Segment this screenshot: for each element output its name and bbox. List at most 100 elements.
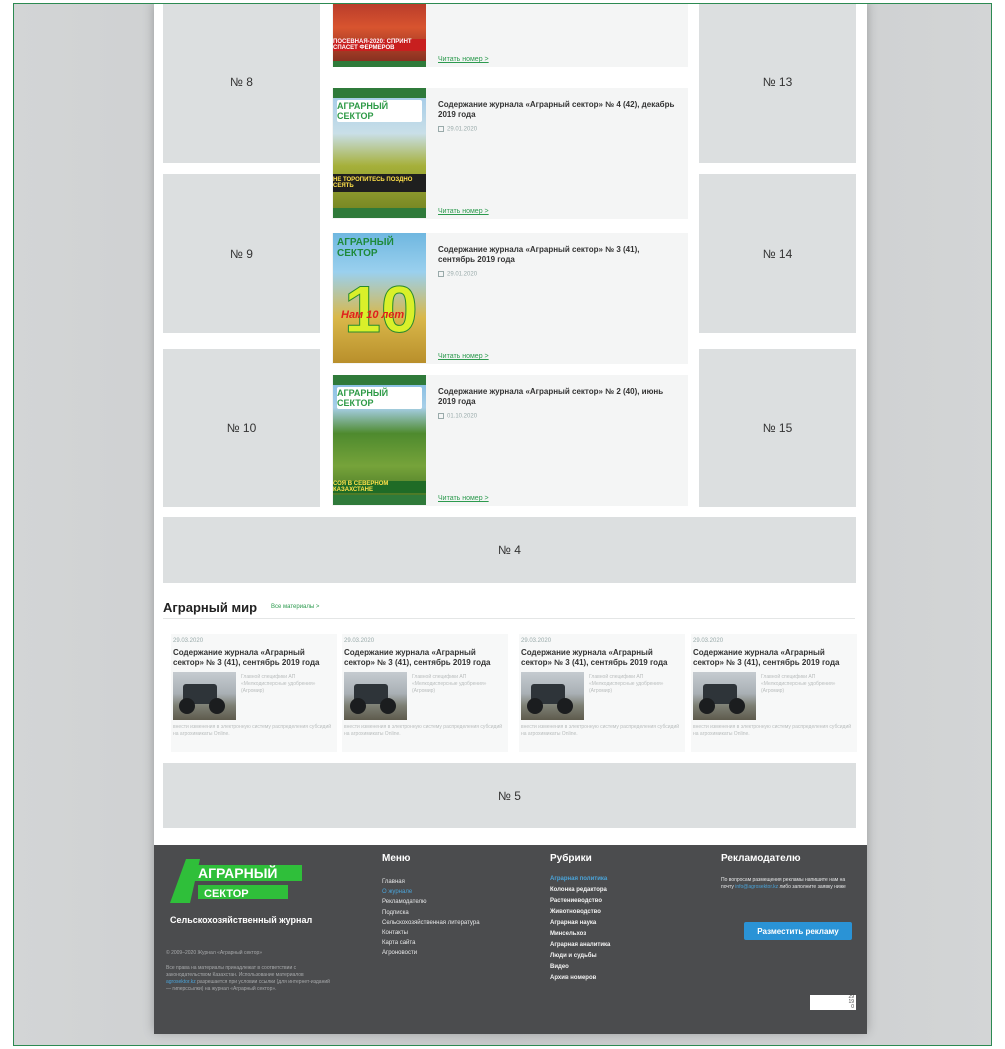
- footer-menu-item[interactable]: О журнале: [382, 887, 480, 897]
- wheel-shape: [380, 698, 396, 714]
- read-issue-link[interactable]: Читать номер >: [438, 353, 489, 360]
- issue-title[interactable]: Содержание журнала «Аграрный сектор» № 3…: [438, 245, 678, 265]
- banner-label: № 5: [498, 788, 521, 803]
- magazine-item[interactable]: АГРАРНЫЙ СЕКТОР НЕ ТОРОПИТЕСЬ ПОЗДНО СЕЯ…: [332, 88, 688, 219]
- banner-label: № 8: [230, 75, 253, 89]
- magazine-cover[interactable]: АГРАРНЫЙ СЕКТОР 10 Нам 10 лет: [333, 233, 426, 363]
- magazine-item[interactable]: АГРАРНЫЙ СЕКТОР СОЯ В СЕВЕРНОМ КАЗАХСТАН…: [332, 375, 688, 506]
- issue-date-text: 29.01.2020: [447, 126, 478, 133]
- footer-rubric-item[interactable]: Видео: [550, 962, 610, 973]
- magazine-cover[interactable]: ПОСЕВНАЯ-2020: СПРИНТ СПАСЕТ ФЕРМЕРОВ: [333, 4, 426, 67]
- wheel-shape: [729, 698, 745, 714]
- news-card[interactable]: 29.03.2020 Содержание журнала «Аграрный …: [519, 634, 685, 752]
- adv-text-continued: либо заполните заявку ниже: [779, 884, 846, 890]
- news-title[interactable]: Содержание журнала «Аграрный сектор» № 3…: [521, 648, 681, 668]
- news-date: 29.03.2020: [344, 638, 375, 644]
- footer-rubric-item[interactable]: Аграрная аналитика: [550, 940, 610, 951]
- ad-banner-4[interactable]: № 4: [163, 517, 856, 583]
- footer-menu-title: Меню: [382, 853, 411, 864]
- logo-text-bottom: СЕКТОР: [204, 888, 249, 900]
- banner-label: № 14: [762, 246, 793, 261]
- news-thumbnail[interactable]: [344, 672, 407, 720]
- issue-title[interactable]: Содержание журнала «Аграрный сектор» № 2…: [438, 387, 678, 407]
- footer-logo[interactable]: АГРАРНЫЙ СЕКТОР: [168, 855, 308, 905]
- banner-label: № 10: [226, 421, 257, 435]
- footer-rubric-item[interactable]: Архив номеров: [550, 973, 610, 984]
- ad-banner-5[interactable]: № 5: [163, 763, 856, 828]
- footer-rubrics-title: Рубрики: [550, 853, 592, 864]
- footer-rubric-item[interactable]: Люди и судьбы: [550, 951, 610, 962]
- banner-label: № 15: [762, 421, 793, 435]
- visitor-counter[interactable]: 29 19 0: [810, 995, 856, 1010]
- news-thumbnail[interactable]: [521, 672, 584, 720]
- rights-link[interactable]: agrosektor.kz: [166, 979, 196, 985]
- footer-menu-item[interactable]: Рекламодателю: [382, 897, 480, 907]
- news-title[interactable]: Содержание журнала «Аграрный сектор» № 3…: [173, 648, 333, 668]
- ad-banner-8[interactable]: № 8: [163, 4, 320, 163]
- magazine-item[interactable]: ПОСЕВНАЯ-2020: СПРИНТ СПАСЕТ ФЕРМЕРОВ Чи…: [332, 4, 688, 67]
- read-issue-link[interactable]: Читать номер >: [438, 56, 489, 63]
- news-card[interactable]: 29.03.2020 Содержание журнала «Аграрный …: [171, 634, 337, 752]
- news-title[interactable]: Содержание журнала «Аграрный сектор» № 3…: [693, 648, 853, 668]
- magazine-cover[interactable]: АГРАРНЫЙ СЕКТОР СОЯ В СЕВЕРНОМ КАЗАХСТАН…: [333, 375, 426, 505]
- issue-title[interactable]: Содержание журнала «Аграрный сектор» № 4…: [438, 100, 678, 120]
- footer-menu-item[interactable]: Контакты: [382, 928, 480, 938]
- news-card[interactable]: 29.03.2020 Содержание журнала «Аграрный …: [342, 634, 508, 752]
- ad-banner-14[interactable]: № 14: [699, 174, 856, 333]
- site-footer: АГРАРНЫЙ СЕКТОР Сельскохозяйственный жур…: [154, 845, 867, 1034]
- magazine-cover[interactable]: АГРАРНЫЙ СЕКТОР НЕ ТОРОПИТЕСЬ ПОЗДНО СЕЯ…: [333, 88, 426, 218]
- news-thumbnail[interactable]: [173, 672, 236, 720]
- cover-top-band: [333, 88, 426, 98]
- magazine-item[interactable]: АГРАРНЫЙ СЕКТОР 10 Нам 10 лет Содержание…: [332, 233, 688, 364]
- wheel-shape: [557, 698, 573, 714]
- ad-banner-9[interactable]: № 9: [163, 174, 320, 333]
- place-ad-button[interactable]: Разместить рекламу: [744, 922, 852, 940]
- footer-rubrics: Аграрная политика Колонка редактора Раст…: [550, 874, 610, 984]
- all-materials-link[interactable]: Все материалы >: [271, 604, 319, 610]
- footer-menu-item[interactable]: Главная: [382, 877, 480, 887]
- news-excerpt: Главной специфики АП «Мелкодисперсные уд…: [589, 674, 664, 694]
- footer-menu-item[interactable]: Подписка: [382, 908, 480, 918]
- footer-rubric-item[interactable]: Аграрная наука: [550, 918, 610, 929]
- calendar-icon: [438, 413, 444, 419]
- cover-footer-band: [333, 61, 426, 67]
- ad-banner-15[interactable]: № 15: [699, 349, 856, 507]
- adv-email-link[interactable]: info@agrosektor.kz: [735, 884, 778, 890]
- news-date: 29.03.2020: [521, 638, 552, 644]
- footer-rubric-item[interactable]: Минсельхоз: [550, 929, 610, 940]
- news-thumbnail[interactable]: [693, 672, 756, 720]
- news-title[interactable]: Содержание журнала «Аграрный сектор» № 3…: [344, 648, 504, 668]
- wheel-shape: [350, 698, 366, 714]
- cover-logo: АГРАРНЫЙ СЕКТОР: [337, 237, 394, 259]
- issue-date-text: 01.10.2020: [447, 413, 478, 420]
- footer-menu-item[interactable]: Агроновости: [382, 948, 480, 958]
- footer-rubric-item[interactable]: Растениеводство: [550, 896, 610, 907]
- news-excerpt-continued: внести изменения в электронную систему р…: [173, 724, 332, 737]
- footer-rubric-item[interactable]: Животноводство: [550, 907, 610, 918]
- news-excerpt-continued: внести изменения в электронную систему р…: [693, 724, 852, 737]
- read-issue-link[interactable]: Читать номер >: [438, 208, 489, 215]
- cover-logo: АГРАРНЫЙ СЕКТОР: [337, 100, 422, 122]
- wheel-shape: [527, 698, 543, 714]
- news-date: 29.03.2020: [173, 638, 204, 644]
- issue-date: 29.01.2020: [438, 271, 477, 278]
- news-card[interactable]: 29.03.2020 Содержание журнала «Аграрный …: [691, 634, 857, 752]
- footer-rubric-item[interactable]: Аграрная политика: [550, 874, 610, 885]
- wheel-shape: [699, 698, 715, 714]
- news-excerpt-continued: внести изменения в электронную систему р…: [521, 724, 680, 737]
- section-title: Аграрный мир: [163, 600, 258, 615]
- ad-banner-10[interactable]: № 10: [163, 349, 320, 507]
- footer-rubric-item[interactable]: Колонка редактора: [550, 885, 610, 896]
- issue-date-text: 29.01.2020: [447, 271, 478, 278]
- footer-menu-item[interactable]: Сельскохозяйственная литература: [382, 918, 480, 928]
- read-issue-link[interactable]: Читать номер >: [438, 495, 489, 502]
- cover-footer-band: [333, 208, 426, 218]
- footer-adv-title: Рекламодателю: [721, 853, 801, 864]
- banner-label: № 4: [498, 543, 521, 557]
- ad-banner-13[interactable]: № 13: [699, 4, 856, 163]
- screenshot-frame: № 8 № 9 № 10 № 13 № 14 № 15 ПОСЕВНАЯ-202…: [13, 3, 992, 1046]
- footer-menu: Главная О журнале Рекламодателю Подписка…: [382, 877, 480, 959]
- footer-menu-item[interactable]: Карта сайта: [382, 938, 480, 948]
- footer-rights: Все права на материалы принадлежат в соо…: [166, 965, 331, 993]
- calendar-icon: [438, 271, 444, 277]
